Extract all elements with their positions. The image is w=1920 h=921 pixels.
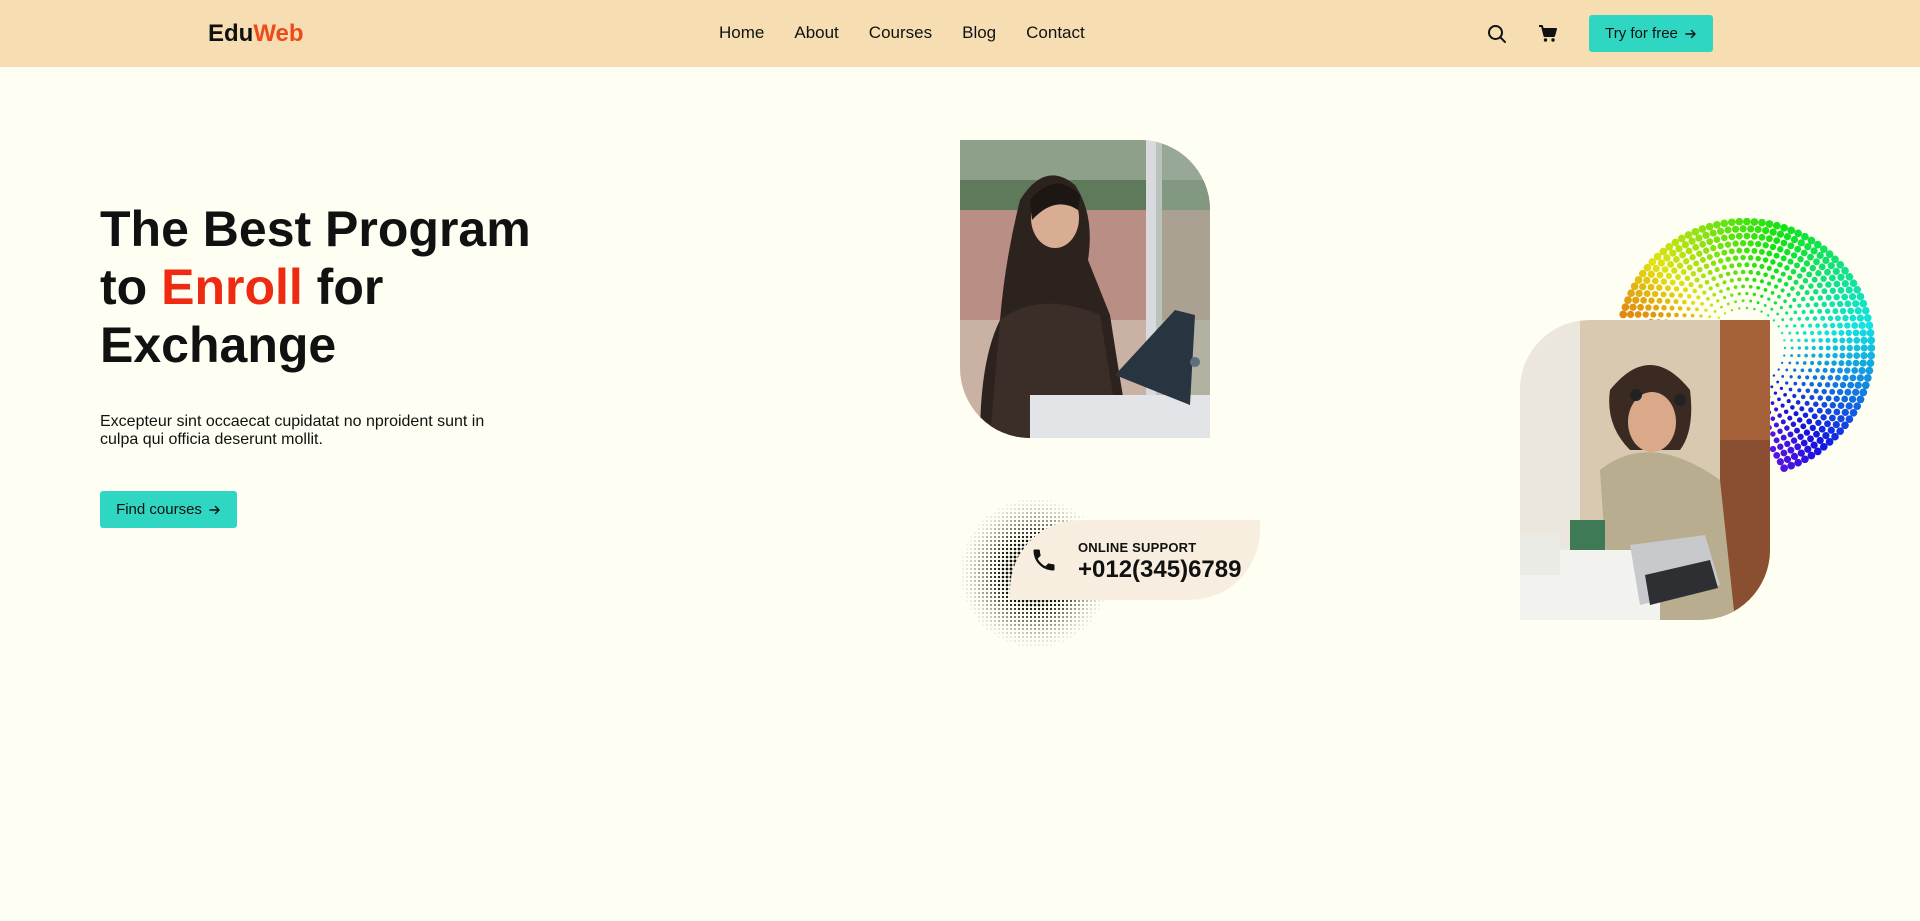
nav-home[interactable]: Home xyxy=(719,23,764,43)
support-phone-number: +012(345)6789 xyxy=(1078,556,1242,583)
hero-title-line3: Exchange xyxy=(100,317,337,373)
student-photo-girl xyxy=(960,140,1210,438)
try-for-free-button[interactable]: Try for free xyxy=(1589,15,1713,52)
hero-title-suffix: for xyxy=(302,259,384,315)
site-header: EduWeb Home About Courses Blog Contact T… xyxy=(0,0,1920,67)
find-courses-button[interactable]: Find courses xyxy=(100,491,237,528)
online-support-card[interactable]: ONLINE SUPPORT +012(345)6789 xyxy=(1010,520,1260,600)
support-label: ONLINE SUPPORT xyxy=(1078,540,1197,555)
nav-about[interactable]: About xyxy=(794,23,838,43)
try-for-free-label: Try for free xyxy=(1605,25,1678,42)
phone-icon xyxy=(1033,549,1055,571)
hero-description: Excepteur sint occaecat cupidatat no npr… xyxy=(100,413,485,448)
find-courses-label: Find courses xyxy=(116,501,202,518)
search-icon[interactable] xyxy=(1485,22,1509,46)
logo-part-web: Web xyxy=(253,20,304,47)
student-photo-boy xyxy=(1520,320,1770,620)
main-nav: Home About Courses Blog Contact xyxy=(719,23,1085,43)
hero-title-prefix: to xyxy=(100,259,162,315)
hero-title: The Best Program to Enroll for Exchange xyxy=(100,200,600,374)
nav-contact[interactable]: Contact xyxy=(1026,23,1085,43)
cart-icon[interactable] xyxy=(1536,22,1560,46)
arrow-right-icon xyxy=(209,505,220,514)
hero-title-line1: The Best Program xyxy=(100,201,531,257)
nav-courses[interactable]: Courses xyxy=(869,23,932,43)
logo-part-edu: Edu xyxy=(208,20,254,47)
nav-blog[interactable]: Blog xyxy=(962,23,996,43)
hero-title-accent: Enroll xyxy=(161,259,303,315)
arrow-right-icon xyxy=(1685,29,1696,38)
logo[interactable]: EduWeb xyxy=(208,20,304,48)
page: EduWeb Home About Courses Blog Contact T… xyxy=(0,0,1920,921)
